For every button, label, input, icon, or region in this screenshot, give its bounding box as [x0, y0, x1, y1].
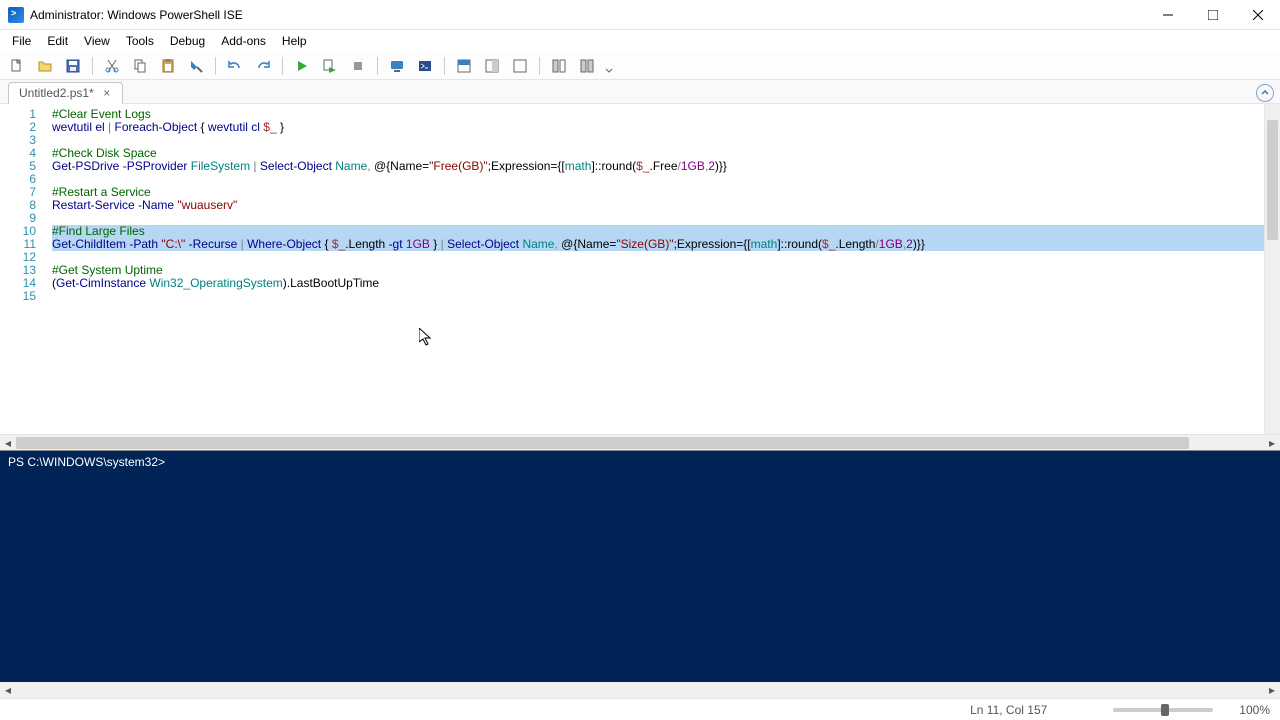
show-script-max-button[interactable] [507, 54, 533, 78]
cursor-position: Ln 11, Col 157 [970, 703, 1047, 717]
open-file-button[interactable] [32, 54, 58, 78]
show-command-addon-button[interactable] [574, 54, 600, 78]
scroll-left-icon[interactable]: ◂ [0, 682, 16, 698]
new-remote-button[interactable] [384, 54, 410, 78]
toolbar-sep [92, 57, 93, 75]
code-line[interactable] [52, 290, 1264, 303]
show-command-button[interactable] [546, 54, 572, 78]
window-title: Administrator: Windows PowerShell ISE [30, 8, 1145, 22]
code-area[interactable]: #Clear Event Logswevtutil el | Foreach-O… [44, 104, 1264, 434]
run-selection-button[interactable] [317, 54, 343, 78]
tab-label: Untitled2.ps1* [19, 86, 94, 100]
line-number: 15 [0, 290, 36, 303]
copy-button[interactable] [127, 54, 153, 78]
scroll-left-icon[interactable]: ◂ [0, 435, 16, 451]
clear-button[interactable] [183, 54, 209, 78]
editor-vertical-scrollbar[interactable] [1264, 104, 1280, 434]
maximize-button[interactable] [1190, 0, 1235, 30]
code-line[interactable]: Restart-Service -Name "wuauserv" [52, 199, 1264, 212]
tab-untitled2[interactable]: Untitled2.ps1* × [8, 82, 123, 104]
app-icon [8, 7, 24, 23]
menu-bar: File Edit View Tools Debug Add-ons Help [0, 30, 1280, 52]
save-file-button[interactable] [60, 54, 86, 78]
toolbar-overflow-button[interactable] [602, 54, 616, 78]
code-line[interactable] [52, 251, 1264, 264]
toolbar-sep [282, 57, 283, 75]
show-script-top-button[interactable] [451, 54, 477, 78]
minimize-button[interactable] [1145, 0, 1190, 30]
close-tab-icon[interactable]: × [100, 86, 114, 100]
code-line[interactable] [52, 134, 1264, 147]
menu-help[interactable]: Help [274, 32, 315, 50]
menu-view[interactable]: View [76, 32, 118, 50]
menu-addons[interactable]: Add-ons [213, 32, 274, 50]
line-number-gutter: 123456789101112131415 [0, 104, 44, 434]
paste-button[interactable] [155, 54, 181, 78]
toolbar [0, 52, 1280, 80]
run-script-button[interactable] [289, 54, 315, 78]
scroll-right-icon[interactable]: ▸ [1264, 682, 1280, 698]
redo-button[interactable] [250, 54, 276, 78]
toolbar-sep [377, 57, 378, 75]
toolbar-sep [539, 57, 540, 75]
code-line[interactable] [52, 212, 1264, 225]
new-file-button[interactable] [4, 54, 30, 78]
cut-button[interactable] [99, 54, 125, 78]
zoom-slider[interactable] [1113, 708, 1213, 712]
code-line[interactable] [52, 173, 1264, 186]
show-script-right-button[interactable] [479, 54, 505, 78]
console-horizontal-scrollbar[interactable]: ◂ ▸ [0, 682, 1280, 698]
toolbar-sep [444, 57, 445, 75]
menu-debug[interactable]: Debug [162, 32, 213, 50]
status-bar: Ln 11, Col 157 100% [0, 698, 1280, 720]
code-line[interactable]: Get-PSDrive -PSProvider FileSystem | Sel… [52, 160, 1264, 173]
console-prompt: PS C:\WINDOWS\system32> [8, 455, 165, 469]
collapse-script-pane-button[interactable] [1256, 84, 1274, 102]
editor-horizontal-scrollbar[interactable]: ◂ ▸ [0, 434, 1280, 450]
stop-button[interactable] [345, 54, 371, 78]
toolbar-sep [215, 57, 216, 75]
undo-button[interactable] [222, 54, 248, 78]
zoom-level: 100% [1239, 703, 1270, 717]
tab-strip: Untitled2.ps1* × [0, 80, 1280, 104]
scroll-right-icon[interactable]: ▸ [1264, 435, 1280, 451]
menu-file[interactable]: File [4, 32, 39, 50]
title-bar: Administrator: Windows PowerShell ISE [0, 0, 1280, 30]
menu-edit[interactable]: Edit [39, 32, 76, 50]
start-powershell-button[interactable] [412, 54, 438, 78]
code-line[interactable]: Get-ChildItem -Path "C:\" -Recurse | Whe… [52, 238, 1264, 251]
menu-tools[interactable]: Tools [118, 32, 162, 50]
console-pane[interactable]: PS C:\WINDOWS\system32> [0, 450, 1280, 682]
code-line[interactable]: (Get-CimInstance Win32_OperatingSystem).… [52, 277, 1264, 290]
close-button[interactable] [1235, 0, 1280, 30]
script-editor[interactable]: 123456789101112131415 #Clear Event Logsw… [0, 104, 1280, 434]
code-line[interactable]: wevtutil el | Foreach-Object { wevtutil … [52, 121, 1264, 134]
